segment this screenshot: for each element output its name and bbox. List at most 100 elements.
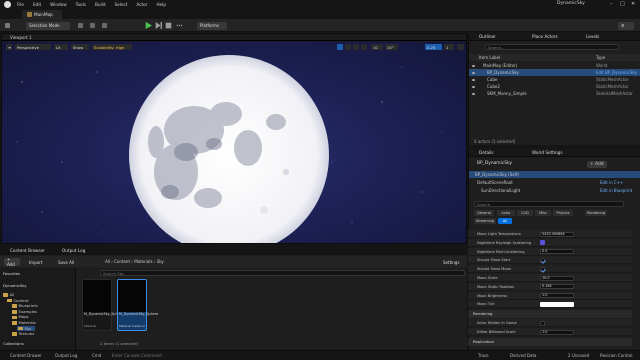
tab-content-browser[interactable]: Content Browser bbox=[10, 248, 45, 253]
content-drawer-button[interactable]: Content Drawer bbox=[10, 353, 42, 358]
folder-item[interactable]: Content bbox=[7, 298, 29, 303]
category-tab-streaming[interactable]: Streaming bbox=[474, 218, 496, 224]
stop-icon[interactable] bbox=[165, 22, 172, 29]
cmd-dropdown[interactable]: Cmd bbox=[92, 353, 101, 358]
viewport-menu-button[interactable]: ≡ bbox=[6, 44, 12, 50]
folder-item[interactable]: All bbox=[3, 292, 14, 297]
grid-snap-button[interactable]: 10 bbox=[371, 44, 383, 50]
eye-icon[interactable] bbox=[472, 78, 475, 81]
folder-item[interactable]: Examples bbox=[12, 309, 37, 314]
save-all-button[interactable]: Save All bbox=[55, 258, 85, 266]
color-swatch[interactable] bbox=[540, 240, 545, 246]
category-tab-rendering[interactable]: Rendering bbox=[585, 210, 607, 216]
property-value-input[interactable]: 0.184 bbox=[540, 284, 574, 290]
maximize-viewport-icon[interactable] bbox=[457, 44, 464, 50]
step-icon[interactable] bbox=[155, 22, 162, 29]
tab-details[interactable]: Details bbox=[479, 150, 494, 155]
selection-mode-dropdown[interactable]: Selection Mode bbox=[26, 21, 70, 30]
lit-button[interactable]: Lit bbox=[54, 44, 68, 50]
folder-item[interactable]: Materials bbox=[12, 320, 36, 325]
add-actor-icon[interactable] bbox=[78, 23, 83, 28]
section-replication[interactable]: Replication bbox=[468, 337, 632, 346]
property-checkbox[interactable] bbox=[540, 257, 545, 263]
console-command-input[interactable]: Enter Console Command bbox=[112, 353, 162, 358]
content-settings-button[interactable]: Settings bbox=[440, 258, 465, 266]
menu-build[interactable]: Build bbox=[95, 2, 106, 7]
details-search-input[interactable]: Search bbox=[474, 201, 624, 207]
eye-icon[interactable] bbox=[472, 71, 475, 74]
output-log-button[interactable]: Output Log bbox=[55, 353, 77, 358]
unsaved-button[interactable]: 2 Unsaved bbox=[568, 353, 589, 358]
derived-data-button[interactable]: Derived Data bbox=[510, 353, 537, 358]
folder-item[interactable]: Blueprints bbox=[12, 303, 38, 308]
select-tool-icon[interactable] bbox=[337, 44, 343, 50]
camera-speed-button[interactable]: 1 bbox=[444, 44, 454, 50]
add-button[interactable]: + Add bbox=[4, 257, 20, 267]
outliner-row[interactable]: SKM_Manny_Simple SkeletalMeshActor bbox=[469, 90, 640, 97]
more-options-icon[interactable] bbox=[176, 22, 183, 29]
rotate-tool-icon[interactable] bbox=[353, 44, 359, 50]
rotation-snap-button[interactable]: 10° bbox=[385, 44, 398, 50]
menu-select[interactable]: Select bbox=[114, 2, 127, 7]
outliner-row-type[interactable]: Edit BP_DynamicSky bbox=[596, 69, 637, 76]
viewport-tab[interactable]: Viewport 1 bbox=[10, 35, 32, 40]
outliner-row[interactable]: BP_DynamicSky Edit BP_DynamicSky bbox=[469, 69, 640, 76]
viewport-panel[interactable]: Viewport 1 ≡ Perspective Lit Show Scalab… bbox=[1, 33, 467, 244]
menu-tools[interactable]: Tools bbox=[76, 2, 86, 7]
menu-actor[interactable]: Actor bbox=[136, 2, 147, 7]
property-checkbox[interactable] bbox=[540, 266, 545, 272]
close-button[interactable]: ✕ bbox=[631, 1, 635, 7]
blueprint-icon[interactable] bbox=[90, 23, 95, 28]
tab-output-log[interactable]: Output Log bbox=[62, 248, 85, 253]
outliner-search-input[interactable]: Search... bbox=[485, 44, 619, 50]
minimize-button[interactable]: – bbox=[610, 1, 613, 7]
platforms-dropdown[interactable]: Platforms bbox=[197, 21, 227, 30]
property-value-input[interactable]: 5435.450684 bbox=[540, 231, 574, 237]
trace-button[interactable]: Trace bbox=[478, 353, 489, 358]
component-action-link[interactable]: Edit in C++ bbox=[600, 179, 623, 186]
project-header[interactable]: DynamicSky bbox=[3, 283, 26, 288]
breadcrumb-sky[interactable]: Sky bbox=[157, 259, 164, 264]
outliner-row[interactable]: MainMap (Editor) World bbox=[469, 62, 640, 69]
save-icon[interactable] bbox=[5, 23, 10, 28]
eye-icon[interactable] bbox=[472, 92, 475, 95]
eye-icon[interactable] bbox=[472, 85, 475, 88]
menu-edit[interactable]: Edit bbox=[33, 2, 41, 7]
cinematics-icon[interactable] bbox=[102, 23, 107, 28]
menu-window[interactable]: Window bbox=[50, 2, 67, 7]
asset-tile[interactable]: M_DynamicSky_Sphere Material Instance bbox=[117, 279, 158, 331]
maximize-button[interactable]: □ bbox=[620, 1, 625, 7]
asset-search-input[interactable]: Search Sky bbox=[100, 270, 465, 276]
category-tab-physics[interactable]: Physics bbox=[553, 210, 573, 216]
breadcrumb-all[interactable]: All bbox=[105, 259, 110, 264]
category-tab-lod[interactable]: LOD bbox=[517, 210, 533, 216]
eye-icon[interactable] bbox=[472, 64, 475, 67]
play-icon[interactable] bbox=[145, 22, 152, 29]
tab-levels[interactable]: Levels bbox=[586, 34, 599, 39]
tab-world-settings[interactable]: World Settings bbox=[532, 150, 563, 155]
scale-snap-button[interactable]: 0.25 bbox=[425, 44, 442, 50]
folder-item[interactable]: Sky bbox=[17, 325, 36, 331]
perspective-button[interactable]: Perspective bbox=[15, 44, 51, 50]
add-component-button[interactable]: + Add bbox=[587, 161, 607, 168]
col-item-label[interactable]: Item Label bbox=[479, 54, 500, 61]
asset-tile[interactable]: M_DynamicSky_Sphere Material bbox=[82, 279, 123, 331]
property-value-input[interactable]: 1.0 bbox=[540, 329, 574, 335]
folder-item[interactable]: Maps bbox=[12, 314, 29, 319]
tab-outliner[interactable]: Outliner bbox=[479, 34, 496, 39]
section-rendering[interactable]: Rendering bbox=[468, 310, 632, 319]
category-tab-misc[interactable]: Misc bbox=[535, 210, 551, 216]
revision-control-button[interactable]: Revision Control bbox=[600, 353, 632, 358]
color-swatch[interactable] bbox=[540, 301, 574, 307]
category-tab-actor[interactable]: Actor bbox=[497, 210, 515, 216]
menu-help[interactable]: Help bbox=[156, 2, 166, 7]
component-row[interactable]: BP_DynamicSky (Self) bbox=[469, 171, 640, 178]
category-tab-all[interactable]: All bbox=[498, 218, 512, 224]
tab-mainmap[interactable]: MainMap bbox=[22, 10, 62, 19]
property-checkbox[interactable] bbox=[540, 320, 545, 326]
favorites-header[interactable]: Favorites bbox=[3, 271, 20, 276]
property-value-input[interactable]: 0.5 bbox=[540, 249, 574, 255]
property-value-input[interactable]: 10.0 bbox=[540, 275, 574, 281]
menu-file[interactable]: File bbox=[17, 2, 24, 7]
breadcrumb-materials[interactable]: Materials bbox=[134, 259, 152, 264]
